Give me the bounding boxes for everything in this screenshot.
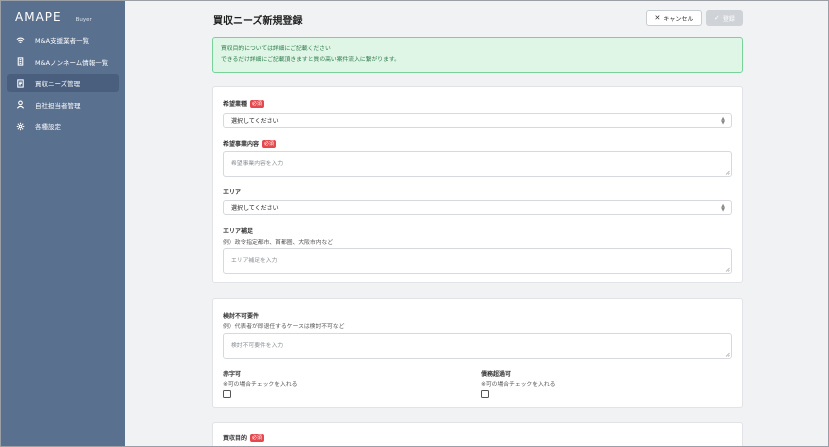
form-card-purpose: 買収目的 必須 bbox=[212, 422, 743, 446]
sidebar-item-label: 買収ニーズ管理 bbox=[35, 80, 81, 88]
select-value: 選択してください bbox=[231, 118, 279, 125]
sidebar-item-label: M&Aノンネーム情報一覧 bbox=[35, 58, 109, 67]
area-supplement-label: エリア補足 bbox=[223, 226, 253, 235]
resize-grip-icon[interactable] bbox=[725, 267, 730, 272]
excess-debt-ok-hint: ※可の場合チェックを入れる bbox=[481, 382, 556, 388]
desired-industry-select[interactable]: 選択してください ▲ ▼ bbox=[223, 113, 732, 128]
select-value: 選択してください bbox=[231, 205, 279, 212]
chevron-updown-icon: ▲ ▼ bbox=[721, 203, 725, 213]
textarea-placeholder: 希望事業内容を入力 bbox=[231, 161, 284, 167]
app-window: AMAPE Buyer M&A支援業者一覧 M&Aノンネーム情報一覧 買収ニーズ… bbox=[0, 0, 829, 447]
deficit-ok-label: 赤字可 bbox=[223, 369, 241, 378]
desired-industry-label: 希望業種 必須 bbox=[223, 99, 265, 108]
field-label-text: エリア bbox=[223, 189, 242, 196]
register-button[interactable]: ✓ 登録 bbox=[706, 10, 743, 26]
sidebar-item-label: 各種設定 bbox=[35, 123, 61, 131]
excess-debt-ok-label: 債務超過可 bbox=[481, 369, 511, 378]
brand: AMAPE Buyer bbox=[15, 10, 92, 24]
info-notice: 買収目的については詳細にご記載ください できるだけ詳細にご記載頂きますと質の高い… bbox=[212, 37, 743, 73]
brand-subtitle: Buyer bbox=[75, 17, 92, 23]
excess-debt-ok-checkbox[interactable] bbox=[481, 390, 489, 398]
field-label-text: 希望業種 bbox=[223, 101, 248, 108]
wifi-icon bbox=[15, 35, 25, 45]
deficit-ok-checkbox[interactable] bbox=[223, 390, 231, 398]
not-acceptable-hint: 例）代表者が即退任するケースは検討不可など bbox=[223, 324, 345, 330]
field-label-text: 債務超過可 bbox=[481, 371, 512, 378]
area-supplement-hint: 例）政令指定都市、首都圏、大阪市内など bbox=[223, 240, 334, 246]
sidebar-item-settings[interactable]: 各種設定 bbox=[7, 117, 119, 135]
sidebar-item-acquisition-needs[interactable]: 買収ニーズ管理 bbox=[7, 74, 119, 92]
textarea-placeholder: エリア補足を入力 bbox=[231, 258, 278, 264]
field-label-text: 赤字可 bbox=[223, 371, 242, 378]
purpose-label: 買収目的 必須 bbox=[223, 433, 265, 442]
notice-line: できるだけ詳細にご記載頂きますと質の高い案件流入に繋がります。 bbox=[221, 57, 400, 63]
page-title: 買収ニーズ新規登録 bbox=[213, 16, 303, 27]
field-label-text: エリア補足 bbox=[223, 228, 254, 235]
check-icon: ✓ bbox=[714, 14, 720, 22]
resize-grip-icon[interactable] bbox=[725, 170, 730, 175]
document-icon bbox=[15, 78, 25, 88]
not-acceptable-textarea[interactable]: 検討不可要件を入力 bbox=[223, 333, 732, 359]
not-acceptable-label: 検討不可要件 bbox=[223, 311, 259, 320]
building-icon bbox=[15, 57, 25, 67]
cancel-button[interactable]: ✕ キャンセル bbox=[646, 10, 702, 26]
sidebar-item-label: M&A支援業者一覧 bbox=[35, 37, 90, 45]
brand-logo[interactable]: AMAPE bbox=[15, 10, 62, 24]
sidebar-nav: M&A支援業者一覧 M&Aノンネーム情報一覧 買収ニーズ管理 自社担当者管理 各… bbox=[7, 31, 119, 139]
sidebar-item-ma-advisors[interactable]: M&A支援業者一覧 bbox=[7, 31, 119, 49]
required-badge: 必須 bbox=[250, 99, 265, 108]
required-badge: 必須 bbox=[250, 433, 265, 442]
main-content: 買収ニーズ新規登録 ✕ キャンセル ✓ 登録 買収目的については詳細にご記載くだ… bbox=[125, 1, 828, 446]
gear-icon bbox=[15, 121, 25, 131]
close-icon: ✕ bbox=[654, 14, 661, 22]
field-label-text: 希望事業内容 bbox=[223, 141, 260, 148]
sidebar-item-staff[interactable]: 自社担当者管理 bbox=[7, 96, 119, 114]
form-card-basic: 希望業種 必須 選択してください ▲ ▼ 希望事業内容 必須 希望事業内容を入力 … bbox=[212, 86, 743, 283]
textarea-placeholder: 検討不可要件を入力 bbox=[231, 343, 284, 349]
sidebar-item-nonname-list[interactable]: M&Aノンネーム情報一覧 bbox=[7, 53, 119, 71]
area-select[interactable]: 選択してください ▲ ▼ bbox=[223, 200, 732, 215]
sidebar-item-label: 自社担当者管理 bbox=[35, 101, 81, 110]
required-badge: 必須 bbox=[262, 139, 277, 148]
area-label: エリア bbox=[223, 187, 241, 196]
chevron-updown-icon: ▲ ▼ bbox=[721, 116, 725, 126]
user-icon bbox=[15, 100, 25, 110]
desired-business-label: 希望事業内容 必須 bbox=[223, 139, 277, 148]
form-card-conditions: 検討不可要件 例）代表者が即退任するケースは検討不可など 検討不可要件を入力 赤… bbox=[212, 298, 743, 408]
resize-grip-icon[interactable] bbox=[725, 352, 730, 357]
register-button-label: 登録 bbox=[722, 15, 735, 23]
desired-business-textarea[interactable]: 希望事業内容を入力 bbox=[223, 151, 732, 177]
area-supplement-textarea[interactable]: エリア補足を入力 bbox=[223, 248, 732, 274]
field-label-text: 検討不可要件 bbox=[223, 313, 260, 320]
cancel-button-label: キャンセル bbox=[663, 15, 694, 23]
notice-line: 買収目的については詳細にご記載ください bbox=[221, 46, 331, 52]
field-label-text: 買収目的 bbox=[223, 435, 248, 442]
sidebar: AMAPE Buyer M&A支援業者一覧 M&Aノンネーム情報一覧 買収ニーズ… bbox=[1, 1, 125, 446]
deficit-ok-hint: ※可の場合チェックを入れる bbox=[223, 382, 298, 388]
